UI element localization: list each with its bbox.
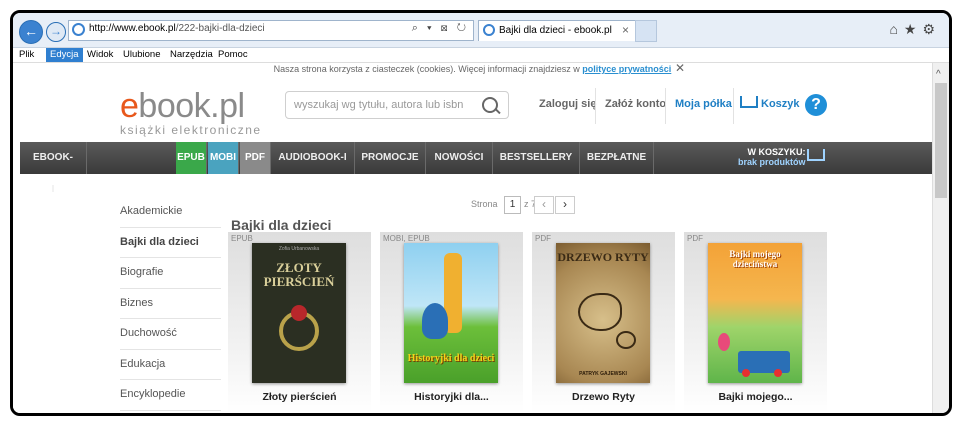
close-tab-icon[interactable]: ×	[622, 23, 629, 37]
book-card[interactable]: MOBI, EPUB Historyjki dla dzieci History…	[380, 232, 523, 413]
my-shelf-link[interactable]: Moja półka	[675, 98, 732, 110]
book-card[interactable]: PDF DRZEWO RYTY PATRYK GAJEWSKI Drzewo R…	[532, 232, 675, 413]
ie-icon	[72, 23, 85, 36]
menu-widok[interactable]: Widok	[87, 49, 113, 60]
menu-edycja[interactable]: Edycja	[46, 48, 83, 62]
web-page: Nasza strona korzysta z ciasteczek (cook…	[13, 63, 932, 413]
menu-plik[interactable]: Plik	[19, 49, 34, 60]
sidebar-item-biznes[interactable]: Biznes	[120, 289, 221, 319]
cookie-notice: Nasza strona korzysta z ciasteczek (cook…	[273, 63, 686, 75]
pager-prev-button[interactable]: ‹	[534, 196, 554, 214]
scrollbar-thumb[interactable]	[935, 83, 947, 198]
register-link[interactable]: Załóż konto	[605, 98, 666, 110]
new-tab-button[interactable]	[635, 20, 657, 42]
address-tools-icon[interactable]: ⌕ ▾ ⊠ ↻	[412, 22, 469, 35]
book-card[interactable]: EPUB Zofia Urbanowska ZŁOTY PIERŚCIEŃ Zł…	[228, 232, 371, 413]
close-cookie-icon[interactable]: ✕	[675, 63, 685, 74]
nav-promocje[interactable]: PROMOCJE	[355, 142, 426, 174]
book-cover[interactable]: DRZEWO RYTY PATRYK GAJEWSKI	[556, 243, 650, 383]
forward-button[interactable]: →	[46, 22, 66, 42]
sidebar-item-edukacja[interactable]: Edukacja	[120, 350, 221, 380]
vertical-scrollbar[interactable]: ^	[932, 63, 949, 413]
browser-toolbar-icons[interactable]: ⌂★⚙	[889, 21, 941, 38]
browser-titlebar: ← → http://www.ebook.pl/222-bajki-dla-dz…	[13, 13, 949, 48]
book-format: PDF	[535, 234, 551, 243]
book-cover[interactable]: Bajki mojego dzieciństwa	[708, 243, 802, 383]
browser-tab[interactable]: Bajki dla dzieci - ebook.pl ×	[478, 20, 636, 41]
browser-window: ← → http://www.ebook.pl/222-bajki-dla-dz…	[10, 10, 952, 416]
nav-nowosci[interactable]: NOWOŚCI	[426, 142, 493, 174]
nav-epub[interactable]: EPUB	[176, 142, 207, 174]
pagination: Strona 1 z 7 ‹ ›	[471, 196, 575, 214]
login-link[interactable]: Zaloguj się	[539, 98, 596, 110]
search-input[interactable]: wyszukaj wg tytułu, autora lub isbn	[294, 99, 463, 111]
nav-ebooki[interactable]: EBOOK-I	[20, 142, 87, 195]
sidebar-item-akademickie[interactable]: Akademickie	[120, 197, 221, 228]
page-title: Bajki dla dzieci	[231, 217, 332, 233]
sidebar-item-biografie[interactable]: Biografie	[120, 258, 221, 289]
address-bar[interactable]: http://www.ebook.pl/222-bajki-dla-dzieci…	[68, 20, 474, 41]
nav-bezplatne[interactable]: BEZPŁATNE	[580, 142, 654, 174]
search-icon[interactable]	[482, 97, 498, 113]
book-title[interactable]: Historyjki dla...	[380, 391, 523, 403]
book-format: EPUB	[231, 234, 253, 243]
sidebar-item-bajki-dla-dzieci[interactable]: Bajki dla dzieci	[120, 228, 221, 258]
help-icon[interactable]: ?	[805, 94, 827, 116]
menu-pomoc[interactable]: Pomoc	[218, 49, 248, 60]
nav-audiobooki[interactable]: AUDIOBOOK-I	[271, 142, 355, 174]
book-title[interactable]: Bajki mojego...	[684, 391, 827, 403]
cart-summary-icon[interactable]	[807, 149, 825, 161]
book-format: PDF	[687, 234, 703, 243]
main-nav: EBOOK-I EPUB MOBI PDF AUDIOBOOK-I PROMOC…	[20, 142, 932, 195]
book-cover[interactable]: Zofia Urbanowska ZŁOTY PIERŚCIEŃ	[252, 243, 346, 383]
privacy-policy-link[interactable]: polityce prywatności	[582, 64, 671, 74]
menu-ulubione[interactable]: Ulubione	[123, 49, 161, 60]
book-format: MOBI, EPUB	[383, 234, 430, 243]
cart-link[interactable]: Koszyk	[761, 98, 800, 110]
sidebar-item-encyklopedie[interactable]: Encyklopedie	[120, 380, 221, 411]
book-title[interactable]: Złoty pierścień	[228, 391, 371, 403]
pager-page-input[interactable]: 1	[504, 196, 521, 214]
cart-summary[interactable]: W KOSZYKU: brak produktów	[738, 147, 806, 167]
pager-next-button[interactable]: ›	[555, 196, 575, 214]
search-box[interactable]: wyszukaj wg tytułu, autora lub isbn	[285, 91, 509, 119]
nav-mobi[interactable]: MOBI	[208, 142, 239, 174]
logo-tagline: książki elektroniczne	[120, 123, 262, 137]
menu-narzedzia[interactable]: Narzędzia	[170, 49, 213, 60]
site-logo[interactable]: ebook.pl książki elektroniczne	[120, 89, 262, 137]
menu-bar: Plik Edycja Widok Ulubione Narzędzia Pom…	[13, 48, 949, 63]
cart-icon[interactable]	[740, 96, 758, 108]
category-sidebar: Akademickie Bajki dla dzieci Biografie B…	[120, 197, 221, 411]
scroll-up-icon[interactable]: ^	[936, 69, 941, 80]
nav-pdf[interactable]: PDF	[240, 142, 271, 174]
book-cover[interactable]: Historyjki dla dzieci	[404, 243, 498, 383]
tab-title: Bajki dla dzieci - ebook.pl	[499, 25, 612, 36]
book-card[interactable]: PDF Bajki mojego dzieciństwa Bajki mojeg…	[684, 232, 827, 413]
sidebar-item-duchowosc[interactable]: Duchowość	[120, 319, 221, 350]
url-text: http://www.ebook.pl/222-bajki-dla-dzieci	[89, 23, 265, 34]
book-title[interactable]: Drzewo Ryty	[532, 391, 675, 403]
ie-tab-icon	[483, 24, 495, 36]
pager-label: Strona	[471, 199, 498, 209]
nav-bestsellery[interactable]: BESTSELLERY	[493, 142, 580, 174]
back-button[interactable]: ←	[19, 20, 43, 44]
